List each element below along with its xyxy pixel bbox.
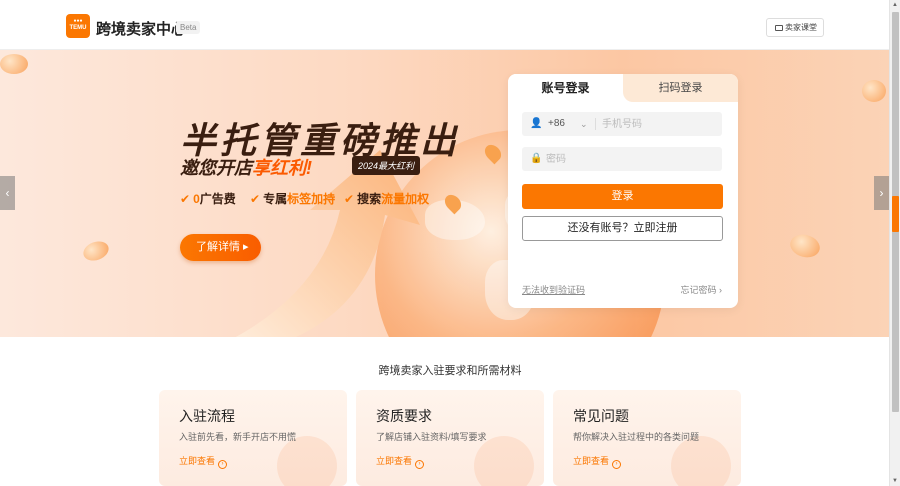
section-title: 跨境卖家入驻要求和所需材料 — [378, 365, 522, 377]
check-icon: ✔ — [344, 192, 355, 206]
coin-decoration — [787, 231, 823, 261]
forgot-password-link[interactable]: 忘记密码 › — [681, 283, 723, 296]
country-code-select[interactable]: +86 — [548, 112, 565, 136]
info-card-faq[interactable]: 常见问题 帮你解决入驻过程中的各类问题 立即查看 › — [553, 390, 741, 486]
card-desc: 帮你解决入驻过程中的各类问题 — [573, 432, 700, 442]
chevron-right-icon: › — [879, 186, 884, 200]
hero-banner: 半托管重磅推出 邀您开店享红利! 2024最大红利 ✔ 0广告费 ✔ 专属标签加持 … — [0, 50, 889, 337]
info-circle-icon: › — [415, 460, 425, 469]
scroll-up-icon[interactable]: ▲ — [892, 2, 898, 8]
check-icon: ✔ — [250, 192, 261, 206]
phone-input[interactable] — [602, 113, 717, 135]
view-now-link[interactable]: 立即查看 › — [376, 454, 425, 469]
password-field: 🔒 — [522, 147, 722, 171]
hero-subline: 邀您开店享红利! — [180, 158, 312, 178]
info-circle-icon: › — [218, 460, 228, 469]
tab-account-login[interactable]: 账号登录 — [508, 74, 623, 102]
card-desc: 入驻前先看，新手开店不用慌 — [179, 432, 297, 442]
chevron-left-icon: ‹ — [5, 186, 10, 200]
feature-item: ✔ 搜索流量加权 — [344, 192, 430, 206]
check-icon: ✔ — [180, 192, 191, 206]
coin-decoration — [80, 238, 112, 264]
register-button[interactable]: 还没有账号？立即注册 — [522, 216, 723, 241]
feature-item: ✔ 专属标签加持 — [250, 192, 336, 206]
card-desc: 了解店铺入驻资料/填写要求 — [376, 432, 487, 442]
sms-code-link[interactable]: 无法收到验证码 — [522, 283, 585, 296]
lock-icon: 🔒 — [530, 153, 543, 164]
card-title: 资质要求 — [376, 408, 432, 424]
password-input[interactable] — [546, 148, 716, 170]
coin-decoration — [0, 54, 28, 74]
coin-decoration — [862, 80, 886, 102]
login-button[interactable]: 登录 — [522, 184, 723, 209]
user-icon: 👤 — [530, 118, 543, 129]
scroll-down-icon[interactable]: ▼ — [892, 478, 898, 484]
scroll-position-marker — [892, 196, 899, 232]
phone-field: 👤 +86 ⌄ — [522, 112, 722, 136]
card-title: 常见问题 — [573, 408, 629, 424]
temu-logo[interactable]: ●●● TEMU — [66, 14, 90, 38]
card-title: 入驻流程 — [179, 408, 235, 424]
hero-badge: 2024最大红利 — [352, 156, 421, 175]
learn-more-button[interactable]: 了解详情 ▸ — [180, 234, 261, 261]
login-card: 账号登录 扫码登录 👤 +86 ⌄ 🔒 登录 还没有账号？立即注册 无法收到验证… — [508, 74, 738, 308]
seller-class-button[interactable]: 卖家课堂 — [766, 18, 824, 37]
app-title: 跨境卖家中心 — [96, 21, 187, 38]
book-icon — [775, 25, 783, 31]
tab-qr-login[interactable]: 扫码登录 — [623, 74, 738, 102]
beta-badge: Beta — [176, 21, 201, 34]
view-now-link[interactable]: 立即查看 › — [573, 454, 622, 469]
info-card-process[interactable]: 入驻流程 入驻前先看，新手开店不用慌 立即查看 › — [159, 390, 347, 486]
top-header: ●●● TEMU 跨境卖家中心 Beta 卖家课堂 — [0, 0, 889, 50]
view-now-link[interactable]: 立即查看 › — [179, 454, 228, 469]
carousel-prev-button[interactable]: ‹ — [0, 176, 15, 210]
chevron-down-icon[interactable]: ⌄ — [580, 112, 588, 136]
info-circle-icon: › — [612, 460, 622, 469]
carousel-next-button[interactable]: › — [874, 176, 889, 210]
info-card-qualification[interactable]: 资质要求 了解店铺入驻资料/填写要求 立即查看 › — [356, 390, 544, 486]
page-scrollbar[interactable]: ▲ ▼ — [889, 0, 900, 486]
feature-item: ✔ 0广告费 — [180, 192, 236, 206]
